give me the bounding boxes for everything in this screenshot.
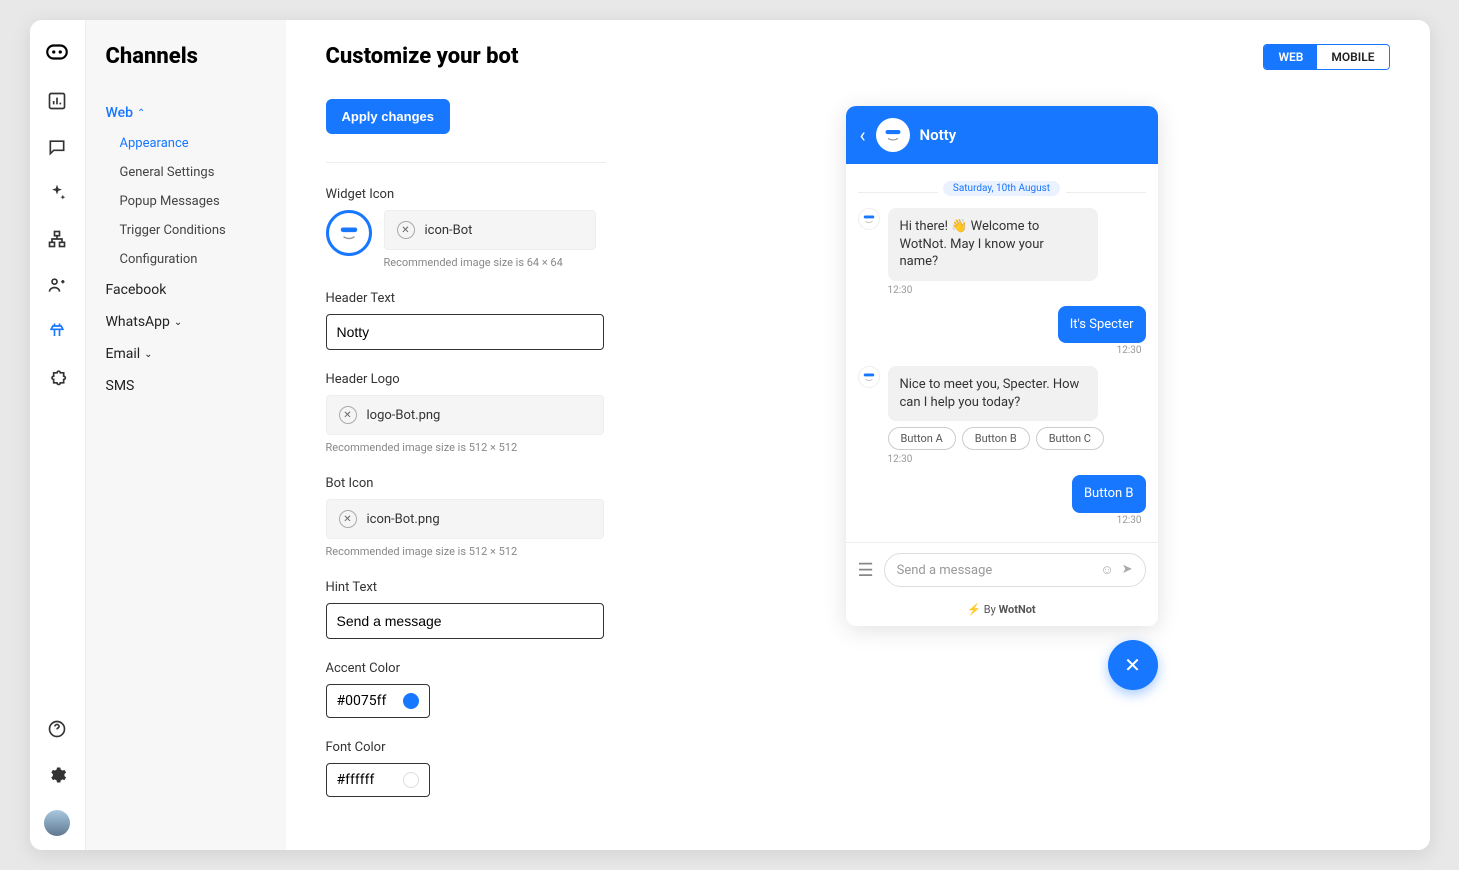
emoji-icon[interactable]: ☺: [1100, 562, 1113, 578]
remove-widget-icon-button[interactable]: ✕: [397, 221, 415, 239]
bot-icon-file-chip: ✕ icon-Bot.png: [326, 499, 604, 539]
nav-popup-messages[interactable]: Popup Messages: [106, 187, 286, 216]
branding: ⚡ By WotNot: [846, 597, 1158, 626]
widget-icon-filename: icon-Bot: [425, 223, 473, 238]
divider: [326, 162, 606, 163]
hint-text-label: Hint Text: [326, 580, 626, 595]
nav-configuration[interactable]: Configuration: [106, 245, 286, 274]
accent-color-input[interactable]: #0075ff: [326, 684, 430, 718]
bot-avatar-icon: [858, 366, 880, 388]
widget-body: Saturday, 10th August Hi there! 👋 Welcom…: [846, 164, 1158, 542]
send-icon[interactable]: ➤: [1122, 562, 1133, 578]
icon-rail: [30, 20, 86, 850]
help-icon[interactable]: [46, 718, 68, 740]
sparkle-icon[interactable]: [46, 182, 68, 204]
header-logo-filename: logo-Bot.png: [367, 408, 441, 423]
preview-toggle: WEB MOBILE: [1263, 44, 1389, 70]
remove-header-logo-button[interactable]: ✕: [339, 406, 357, 424]
widget-header: ‹ Notty: [846, 106, 1158, 164]
header-text-label: Header Text: [326, 291, 626, 306]
accent-swatch: [403, 693, 419, 709]
toggle-mobile[interactable]: MOBILE: [1317, 45, 1388, 69]
main-content: Customize your bot Apply changes Widget …: [286, 20, 1430, 850]
back-icon[interactable]: ‹: [860, 123, 866, 147]
app-logo-icon: [43, 38, 71, 66]
timestamp: 12:30: [888, 454, 1146, 465]
nav-facebook[interactable]: Facebook: [106, 274, 286, 306]
header-avatar: [876, 118, 910, 152]
remove-bot-icon-button[interactable]: ✕: [339, 510, 357, 528]
bot-message: Hi there! 👋 Welcome to WotNot. May I kno…: [888, 208, 1098, 281]
quick-reply-button[interactable]: Button B: [962, 427, 1030, 450]
bot-icon-filename: icon-Bot.png: [367, 512, 440, 527]
menu-icon[interactable]: ☰: [858, 560, 874, 581]
accent-color-label: Accent Color: [326, 661, 626, 676]
nav-general-settings[interactable]: General Settings: [106, 158, 286, 187]
timestamp: 12:30: [888, 285, 1146, 296]
channels-icon[interactable]: [46, 320, 68, 342]
bot-icon-hint: Recommended image size is 512 × 512: [326, 545, 626, 558]
user-message: Button B: [1072, 475, 1146, 513]
user-message: It's Specter: [1058, 306, 1146, 344]
widget-footer: ☰ Send a message ☺ ➤: [846, 542, 1158, 597]
font-color-label: Font Color: [326, 740, 626, 755]
hint-text-input[interactable]: [326, 603, 604, 639]
toggle-web[interactable]: WEB: [1264, 45, 1317, 69]
sidebar-title: Channels: [106, 44, 286, 69]
sidebar: Channels Web⌃ Appearance General Setting…: [86, 20, 286, 850]
settings-icon[interactable]: [46, 764, 68, 786]
timestamp: 12:30: [858, 345, 1142, 356]
nav-trigger-conditions[interactable]: Trigger Conditions: [106, 216, 286, 245]
message-input[interactable]: Send a message ☺ ➤: [884, 553, 1146, 587]
widget-title: Notty: [920, 126, 957, 144]
bolt-icon: ⚡: [967, 603, 981, 616]
widget-icon-hint: Recommended image size is 64 × 64: [384, 256, 596, 269]
chat-widget-preview: ‹ Notty Saturday, 10th August Hi there! …: [846, 106, 1158, 626]
header-logo-hint: Recommended image size is 512 × 512: [326, 441, 626, 454]
nav-email[interactable]: Email⌄: [106, 338, 286, 370]
timestamp: 12:30: [858, 515, 1142, 526]
bot-avatar-icon: [858, 208, 880, 230]
font-swatch: [403, 772, 419, 788]
nav-whatsapp[interactable]: WhatsApp⌄: [106, 306, 286, 338]
quick-reply-button[interactable]: Button A: [888, 427, 956, 450]
header-text-input[interactable]: [326, 314, 604, 350]
apply-button[interactable]: Apply changes: [326, 99, 450, 134]
bot-icon-label: Bot Icon: [326, 476, 626, 491]
flow-icon[interactable]: [46, 228, 68, 250]
chat-icon[interactable]: [46, 136, 68, 158]
quick-reply-button[interactable]: Button C: [1036, 427, 1104, 450]
header-logo-label: Header Logo: [326, 372, 626, 387]
nav-sms[interactable]: SMS: [106, 370, 286, 402]
nav-appearance[interactable]: Appearance: [106, 129, 286, 158]
font-color-input[interactable]: #ffffff: [326, 763, 430, 797]
people-icon[interactable]: [46, 274, 68, 296]
chat-date: Saturday, 10th August: [943, 181, 1060, 196]
widget-icon-preview: [326, 210, 372, 256]
header-logo-file-chip: ✕ logo-Bot.png: [326, 395, 604, 435]
close-fab[interactable]: ✕: [1108, 640, 1158, 690]
nav-web[interactable]: Web⌃: [106, 97, 286, 129]
page-title: Customize your bot: [326, 44, 626, 69]
bot-message: Nice to meet you, Specter. How can I hel…: [888, 366, 1098, 421]
widget-icon-label: Widget Icon: [326, 187, 626, 202]
user-avatar[interactable]: [44, 810, 70, 836]
analytics-icon[interactable]: [46, 90, 68, 112]
widget-icon-file-chip: ✕ icon-Bot: [384, 210, 596, 250]
extension-icon[interactable]: [46, 366, 68, 388]
